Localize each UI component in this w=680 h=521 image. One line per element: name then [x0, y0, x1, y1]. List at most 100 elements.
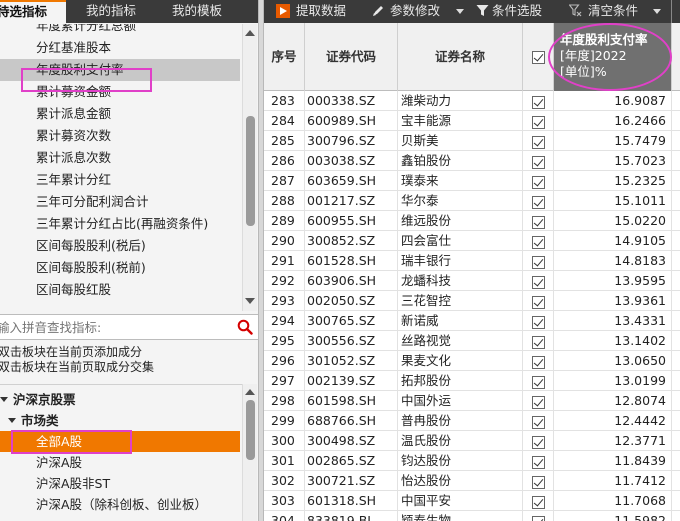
search-icon[interactable]: [237, 319, 253, 335]
condition-select-button[interactable]: 条件选股: [476, 0, 556, 23]
row-checkbox[interactable]: [531, 116, 545, 129]
table-row[interactable]: 292 603906.SH 龙蟠科技 13.9595: [264, 271, 680, 291]
table-row[interactable]: 290 300852.SZ 四会富仕 14.9105: [264, 231, 680, 251]
table-row[interactable]: 304 833819.BJ 颖泰生物 11.5982: [264, 511, 680, 521]
table-row[interactable]: 300 300498.SZ 温氏股份 12.3771: [264, 431, 680, 451]
indicator-item[interactable]: 累计派息金额: [0, 103, 240, 125]
indicator-list-scrollbar[interactable]: [242, 24, 257, 311]
col-header-check[interactable]: [523, 23, 554, 91]
table-row[interactable]: 298 601598.SH 中国外运 12.8074: [264, 391, 680, 411]
row-checkbox[interactable]: [531, 436, 545, 449]
security-name: 拓邦股份: [398, 371, 523, 391]
clear-conditions-button[interactable]: 清空条件: [569, 0, 665, 23]
indicator-item[interactable]: 累计募资金额: [0, 81, 240, 103]
row-check-cell: [523, 411, 554, 431]
indicator-item[interactable]: 区间每股红股: [0, 279, 240, 301]
row-check-cell: [523, 191, 554, 211]
indicator-search-input[interactable]: [0, 318, 228, 336]
scroll-thumb[interactable]: [246, 400, 255, 460]
tree-item[interactable]: 沪深A股非ST: [0, 473, 240, 494]
tree-item[interactable]: 沪深京股票: [0, 389, 240, 410]
security-name: 钧达股份: [398, 451, 523, 471]
indicator-item[interactable]: 三年可分配利润合计: [0, 191, 240, 213]
row-checkbox[interactable]: [531, 96, 545, 109]
indicator-item[interactable]: 累计派息次数: [0, 147, 240, 169]
indicator-item[interactable]: 年度累计分红总额: [0, 24, 240, 37]
row-check-cell: [523, 331, 554, 351]
table-row[interactable]: 293 002050.SZ 三花智控 13.9361: [264, 291, 680, 311]
indicator-item[interactable]: 累计募资次数: [0, 125, 240, 147]
table-row[interactable]: 295 300556.SZ 丝路视觉 13.1402: [264, 331, 680, 351]
row-checkbox[interactable]: [531, 256, 545, 269]
indicator-item[interactable]: 分红基准股本: [0, 37, 240, 59]
security-code: 300765.SZ: [305, 311, 398, 331]
col-header-index[interactable]: 序号: [264, 23, 305, 91]
row-spacer: [672, 231, 680, 251]
tab-candidate-indicators[interactable]: 待选指标: [0, 0, 66, 23]
scroll-up-arrow-icon[interactable]: [245, 389, 255, 395]
table-row[interactable]: 285 300796.SZ 贝斯美 15.7479: [264, 131, 680, 151]
row-checkbox[interactable]: [531, 156, 545, 169]
indicator-item[interactable]: 三年累计分红: [0, 169, 240, 191]
sector-tree-scrollbar[interactable]: [242, 384, 257, 521]
row-checkbox[interactable]: [531, 376, 545, 389]
table-row[interactable]: 303 601318.SH 中国平安 11.7068: [264, 491, 680, 511]
select-all-checkbox[interactable]: [531, 51, 545, 64]
payout-ratio-unit: [单位]%: [560, 64, 607, 79]
table-row[interactable]: 296 301052.SZ 果麦文化 13.0650: [264, 351, 680, 371]
row-checkbox[interactable]: [531, 316, 545, 329]
row-checkbox[interactable]: [531, 416, 545, 429]
row-checkbox[interactable]: [531, 136, 545, 149]
tab-my-templates[interactable]: 我的模板: [172, 0, 222, 23]
row-checkbox[interactable]: [531, 276, 545, 289]
table-row[interactable]: 288 001217.SZ 华尔泰 15.1011: [264, 191, 680, 211]
pencil-icon: [373, 6, 383, 16]
scroll-down-arrow-icon[interactable]: [245, 298, 255, 304]
chevron-down-icon[interactable]: [0, 397, 8, 402]
scroll-up-arrow-icon[interactable]: [245, 30, 255, 36]
indicator-item[interactable]: 区间每股股利(税前): [0, 257, 240, 279]
indicator-item[interactable]: 区间每股股利(税后): [0, 235, 240, 257]
table-row[interactable]: 286 003038.SZ 鑫铂股份 15.7023: [264, 151, 680, 171]
table-row[interactable]: 284 600989.SH 宝丰能源 16.2466: [264, 111, 680, 131]
chevron-down-icon[interactable]: [8, 418, 16, 423]
row-checkbox[interactable]: [531, 516, 545, 521]
row-checkbox[interactable]: [531, 336, 545, 349]
table-row[interactable]: 291 601528.SH 瑞丰银行 14.8183: [264, 251, 680, 271]
table-row[interactable]: 299 688766.SH 普冉股份 12.4442: [264, 411, 680, 431]
row-checkbox[interactable]: [531, 296, 545, 309]
col-header-name[interactable]: 证券名称: [398, 23, 523, 91]
toolbar-overflow-button[interactable]: [671, 0, 680, 23]
tree-item[interactable]: 沪深A股: [0, 452, 240, 473]
tree-item[interactable]: 市场类: [0, 410, 240, 431]
indicator-item[interactable]: 三年累计分红占比(再融资条件): [0, 213, 240, 235]
tree-item[interactable]: 全部A股: [0, 431, 240, 452]
row-checkbox[interactable]: [531, 356, 545, 369]
row-checkbox[interactable]: [531, 476, 545, 489]
security-code: 603659.SH: [305, 171, 398, 191]
table-row[interactable]: 302 300721.SZ 怡达股份 11.7412: [264, 471, 680, 491]
row-checkbox[interactable]: [531, 496, 545, 509]
param-modify-button[interactable]: 参数修改: [372, 0, 468, 23]
security-name: 颖泰生物: [398, 511, 523, 521]
col-header-payout-ratio[interactable]: 年度股利支付率 [年度]2022 [单位]%: [554, 23, 672, 91]
table-row[interactable]: 301 002865.SZ 钧达股份 11.8439: [264, 451, 680, 471]
row-checkbox[interactable]: [531, 456, 545, 469]
row-check-cell: [523, 211, 554, 231]
row-checkbox[interactable]: [531, 176, 545, 189]
fetch-data-button[interactable]: 提取数据: [276, 0, 360, 23]
indicator-item[interactable]: 年度股利支付率: [0, 59, 240, 81]
scroll-thumb[interactable]: [246, 116, 255, 226]
tree-item[interactable]: 沪深A股（除科创板、创业板）: [0, 494, 240, 515]
row-checkbox[interactable]: [531, 216, 545, 229]
tab-my-indicators[interactable]: 我的指标: [86, 0, 136, 23]
row-checkbox[interactable]: [531, 196, 545, 209]
table-row[interactable]: 283 000338.SZ 潍柴动力 16.9087: [264, 91, 680, 111]
table-row[interactable]: 294 300765.SZ 新诺威 13.4331: [264, 311, 680, 331]
table-row[interactable]: 287 603659.SH 璞泰来 15.2325: [264, 171, 680, 191]
col-header-code[interactable]: 证券代码: [305, 23, 398, 91]
table-row[interactable]: 297 002139.SZ 拓邦股份 13.0199: [264, 371, 680, 391]
row-checkbox[interactable]: [531, 236, 545, 249]
row-checkbox[interactable]: [531, 396, 545, 409]
table-row[interactable]: 289 600955.SH 维远股份 15.0220: [264, 211, 680, 231]
